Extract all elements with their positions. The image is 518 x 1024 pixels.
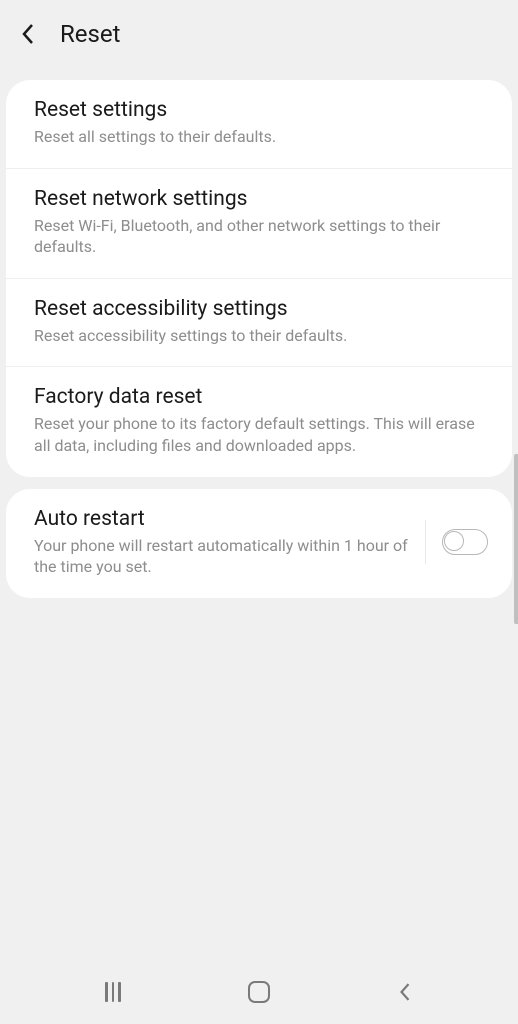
auto-restart-item[interactable]: Auto restart Your phone will restart aut…	[6, 489, 512, 598]
item-desc: Reset your phone to its factory default …	[34, 413, 484, 456]
item-desc: Reset accessibility settings to their de…	[34, 325, 484, 347]
toggle-knob	[444, 531, 464, 551]
reset-accessibility-settings-item[interactable]: Reset accessibility settings Reset acces…	[6, 279, 512, 368]
navigation-bar	[0, 966, 518, 1024]
auto-restart-card: Auto restart Your phone will restart aut…	[6, 489, 512, 598]
recents-icon	[105, 982, 121, 1002]
divider	[425, 520, 426, 564]
reset-settings-item[interactable]: Reset settings Reset all settings to the…	[6, 80, 512, 169]
spacer	[0, 598, 518, 966]
nav-recents-button[interactable]	[99, 978, 127, 1006]
toggle-text: Auto restart Your phone will restart aut…	[34, 507, 425, 578]
home-icon	[248, 981, 270, 1003]
reset-network-settings-item[interactable]: Reset network settings Reset Wi-Fi, Blue…	[6, 169, 512, 279]
chevron-left-icon	[20, 22, 36, 46]
back-button[interactable]	[16, 22, 40, 46]
auto-restart-toggle[interactable]	[442, 529, 488, 555]
item-desc: Reset Wi-Fi, Bluetooth, and other networ…	[34, 215, 484, 258]
nav-home-button[interactable]	[245, 978, 273, 1006]
reset-options-card: Reset settings Reset all settings to the…	[6, 80, 512, 477]
app-header: Reset	[0, 0, 518, 68]
item-title: Reset settings	[34, 98, 484, 122]
factory-data-reset-item[interactable]: Factory data reset Reset your phone to i…	[6, 367, 512, 476]
back-icon	[398, 981, 412, 1003]
item-desc: Reset all settings to their defaults.	[34, 126, 484, 148]
item-desc: Your phone will restart automatically wi…	[34, 535, 413, 578]
nav-back-button[interactable]	[391, 978, 419, 1006]
item-title: Reset network settings	[34, 187, 484, 211]
item-title: Auto restart	[34, 507, 413, 531]
page-title: Reset	[60, 20, 120, 48]
item-title: Factory data reset	[34, 385, 484, 409]
scroll-indicator[interactable]	[514, 454, 518, 624]
item-title: Reset accessibility settings	[34, 297, 484, 321]
